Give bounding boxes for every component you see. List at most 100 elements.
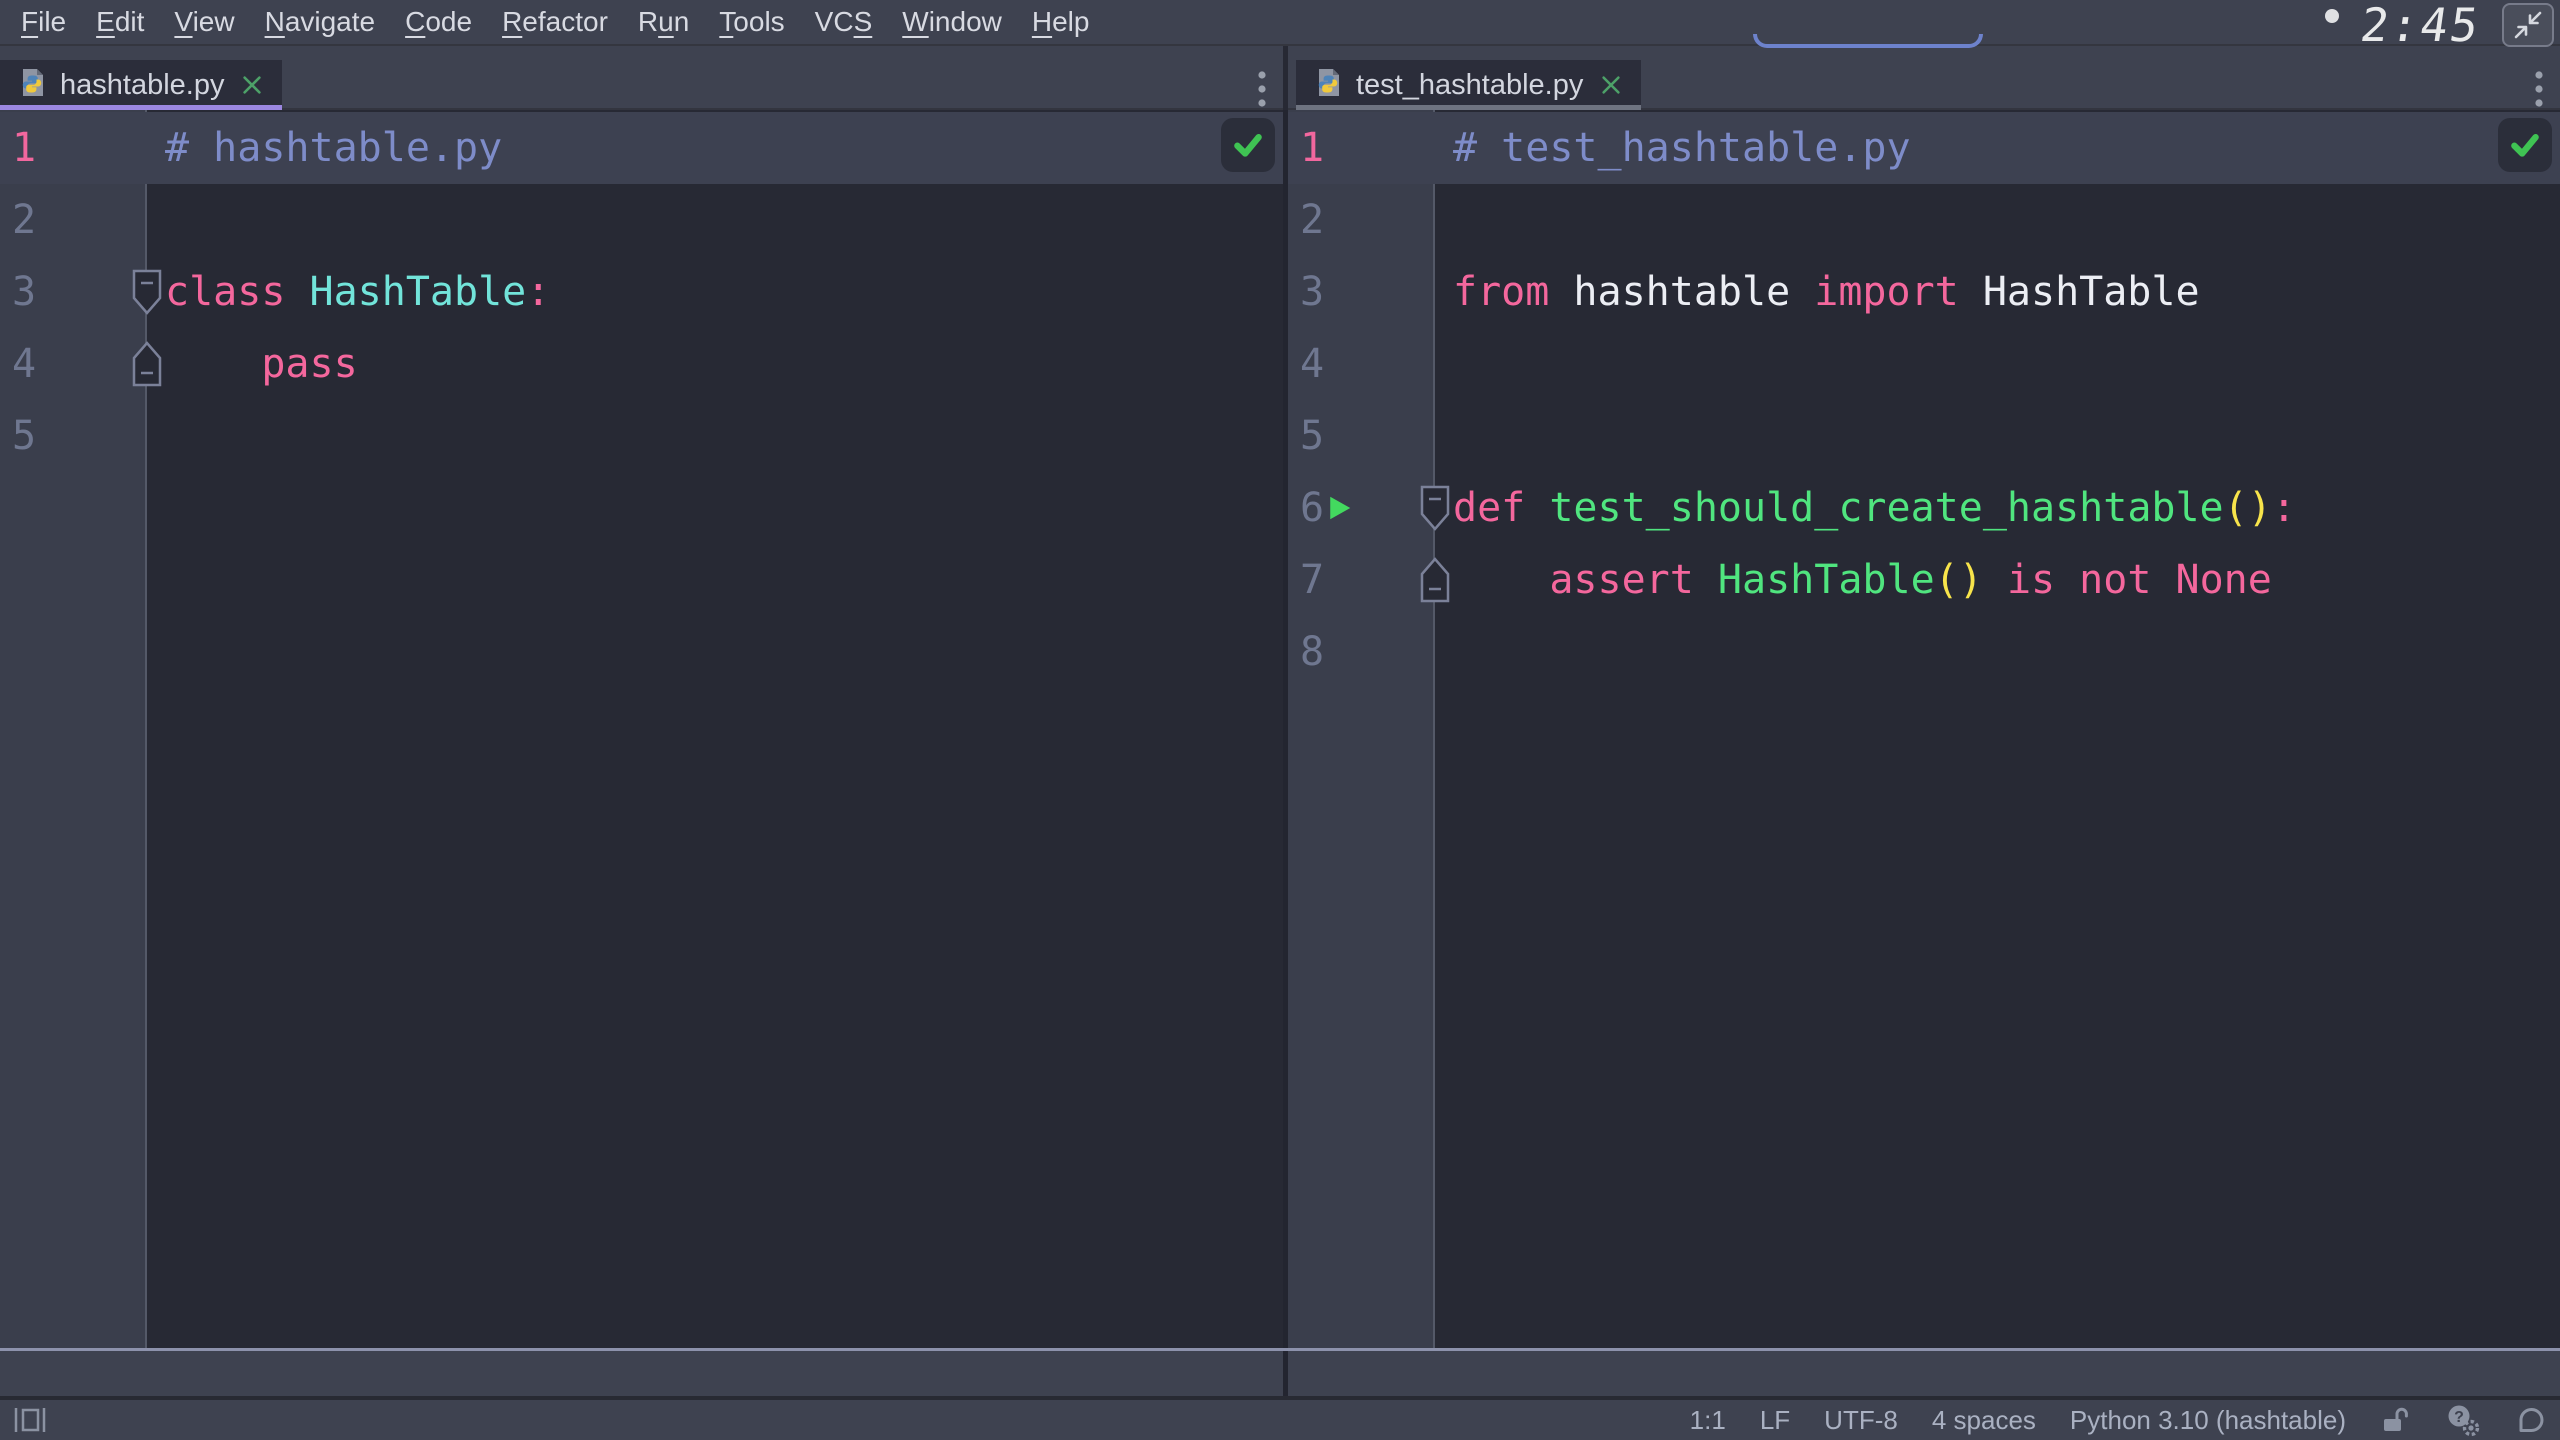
editor-line-4: 4 [1288, 328, 2560, 400]
gutter-line-5[interactable]: 5 [1288, 400, 1435, 472]
menu-items: FileEditViewNavigateCodeRefactorRunTools… [6, 4, 1104, 40]
menu-item-tools[interactable]: Tools [704, 4, 799, 40]
screen-overlay: 2:45 [2325, 0, 2554, 50]
code-line-8[interactable] [1435, 616, 2560, 688]
line-number: 8 [1300, 616, 1324, 688]
editor-surface[interactable]: 1# hashtable.py23class HashTable:4 pass5 [0, 110, 1283, 1350]
gutter-line-2[interactable]: 2 [0, 184, 147, 256]
code-line-7[interactable]: assert HashTable() is not None [1435, 544, 2560, 616]
editor-bottom-border [0, 1348, 2560, 1351]
editor-line-4: 4 pass [0, 328, 1283, 400]
editor-line-3: 3from hashtable import HashTable [1288, 256, 2560, 328]
code-line-1[interactable]: # test_hashtable.py [1435, 112, 2560, 184]
fold-start-icon[interactable] [130, 268, 164, 316]
tab-title: hashtable.py [60, 69, 224, 102]
svg-text:?: ? [2454, 1409, 2464, 1426]
pane-splitter[interactable] [1283, 110, 1288, 1396]
menu-item-file[interactable]: File [6, 4, 81, 40]
menu-item-refactor[interactable]: Refactor [487, 4, 623, 40]
editor-hscroll-area [0, 1350, 1283, 1396]
menu-item-run[interactable]: Run [623, 4, 704, 40]
statusbar-widgets: 1:1 LF UTF-8 4 spaces Python 3.10 (hashtable… [1690, 1403, 2560, 1437]
menu-bar: FileEditViewNavigateCodeRefactorRunTools… [0, 0, 2560, 46]
collapse-icon[interactable] [2502, 3, 2554, 47]
line-number: 4 [12, 328, 36, 400]
editor-surface[interactable]: 1 # test_hashtable.py 23from hashtable imp… [1288, 110, 2560, 1350]
code-line-4[interactable]: pass [147, 328, 1283, 400]
menu-item-edit[interactable]: Edit [81, 4, 159, 40]
line-number: 6 [1300, 472, 1324, 544]
fold-start-icon[interactable] [1418, 484, 1452, 532]
status-encoding[interactable]: UTF-8 [1824, 1405, 1898, 1436]
inspection-status-check-icon[interactable] [2498, 118, 2552, 172]
menu-item-code[interactable]: Code [390, 4, 487, 40]
code-line-2[interactable] [147, 184, 1283, 256]
line-number: 1 [12, 112, 36, 184]
editor-tab-hashtable[interactable]: hashtable.py [0, 60, 282, 110]
line-number: 2 [12, 184, 36, 256]
status-indent[interactable]: 4 spaces [1932, 1405, 2036, 1436]
tab-close-icon[interactable] [1599, 73, 1623, 97]
tab-options-kebab-icon[interactable] [1257, 70, 1267, 113]
code-line-3[interactable]: class HashTable: [147, 256, 1283, 328]
editor-line-2: 2 [0, 184, 1283, 256]
help-gear-icon[interactable]: ? [2444, 1403, 2480, 1437]
editor-pane-right: test_hashtable.py 1 # test_hashtable.py 23… [1288, 46, 2560, 1396]
editor-line-3: 3 class HashTable: [0, 256, 1283, 328]
gutter-line-8[interactable]: 8 [1288, 616, 1435, 688]
menu-item-view[interactable]: View [159, 4, 249, 40]
gutter-line-3[interactable]: 3 [1288, 256, 1435, 328]
line-number: 7 [1300, 544, 1324, 616]
code-line-1[interactable]: # hashtable.py [147, 112, 1283, 184]
tab-options-kebab-icon[interactable] [2534, 70, 2544, 113]
python-file-icon [16, 67, 48, 104]
editor-line-1: 1 # test_hashtable.py [1288, 112, 2560, 184]
gutter-line-7[interactable]: 7 [1288, 544, 1435, 616]
gutter-line-4[interactable]: 4 [1288, 328, 1435, 400]
editor-tab-test-hashtable[interactable]: test_hashtable.py [1296, 60, 1641, 110]
code-rows: 1 # test_hashtable.py 23from hashtable imp… [1288, 110, 2560, 688]
status-caret-position[interactable]: 1:1 [1690, 1405, 1726, 1436]
gutter-line-3[interactable]: 3 [0, 256, 147, 328]
line-number: 5 [1300, 400, 1324, 472]
menu-item-help[interactable]: Help [1017, 4, 1105, 40]
editor-pane-left: hashtable.py 1 # hashtable.py 23 class Hash… [0, 46, 1283, 1396]
gutter-line-4[interactable]: 4 [0, 328, 147, 400]
code-line-5[interactable] [147, 400, 1283, 472]
status-interpreter[interactable]: Python 3.10 (hashtable) [2070, 1405, 2346, 1436]
code-line-3[interactable]: from hashtable import HashTable [1435, 256, 2560, 328]
editor-line-1: 1 # hashtable.py [0, 112, 1283, 184]
menu-item-window[interactable]: Window [887, 4, 1017, 40]
ide-window: FileEditViewNavigateCodeRefactorRunTools… [0, 0, 2560, 1440]
editor-line-7: 7 assert HashTable() is not None [1288, 544, 2560, 616]
editor-line-6: 6 def test_should_create_hashtable(): [1288, 472, 2560, 544]
editor-line-5: 5 [1288, 400, 2560, 472]
code-line-5[interactable] [1435, 400, 2560, 472]
tab-title: test_hashtable.py [1356, 69, 1583, 102]
line-number: 3 [12, 256, 36, 328]
inspection-status-check-icon[interactable] [1221, 118, 1275, 172]
fold-end-icon[interactable] [130, 340, 164, 388]
line-number: 1 [1300, 112, 1324, 184]
notifications-icon[interactable] [2514, 1405, 2544, 1435]
code-line-6[interactable]: def test_should_create_hashtable(): [1435, 472, 2560, 544]
code-line-4[interactable] [1435, 328, 2560, 400]
gutter-line-2[interactable]: 2 [1288, 184, 1435, 256]
menu-item-navigate[interactable]: Navigate [250, 4, 391, 40]
menu-item-vcs[interactable]: VCS [800, 4, 888, 40]
status-line-separator[interactable]: LF [1760, 1405, 1790, 1436]
line-number: 2 [1300, 184, 1324, 256]
status-bar: 1:1 LF UTF-8 4 spaces Python 3.10 (hashtable… [0, 1400, 2560, 1440]
gutter-line-5[interactable]: 5 [0, 400, 147, 472]
fold-end-icon[interactable] [1418, 556, 1452, 604]
run-test-icon[interactable] [1324, 493, 1354, 523]
unlocked-padlock-icon[interactable] [2380, 1405, 2410, 1435]
tab-close-icon[interactable] [240, 73, 264, 97]
tool-window-layout-icon[interactable] [12, 1405, 48, 1435]
recording-dot-icon [2325, 9, 2339, 23]
line-number: 4 [1300, 328, 1324, 400]
gutter-line-1[interactable]: 1 [1288, 112, 1435, 184]
gutter-line-6[interactable]: 6 [1288, 472, 1435, 544]
gutter-line-1[interactable]: 1 [0, 112, 147, 184]
code-line-2[interactable] [1435, 184, 2560, 256]
